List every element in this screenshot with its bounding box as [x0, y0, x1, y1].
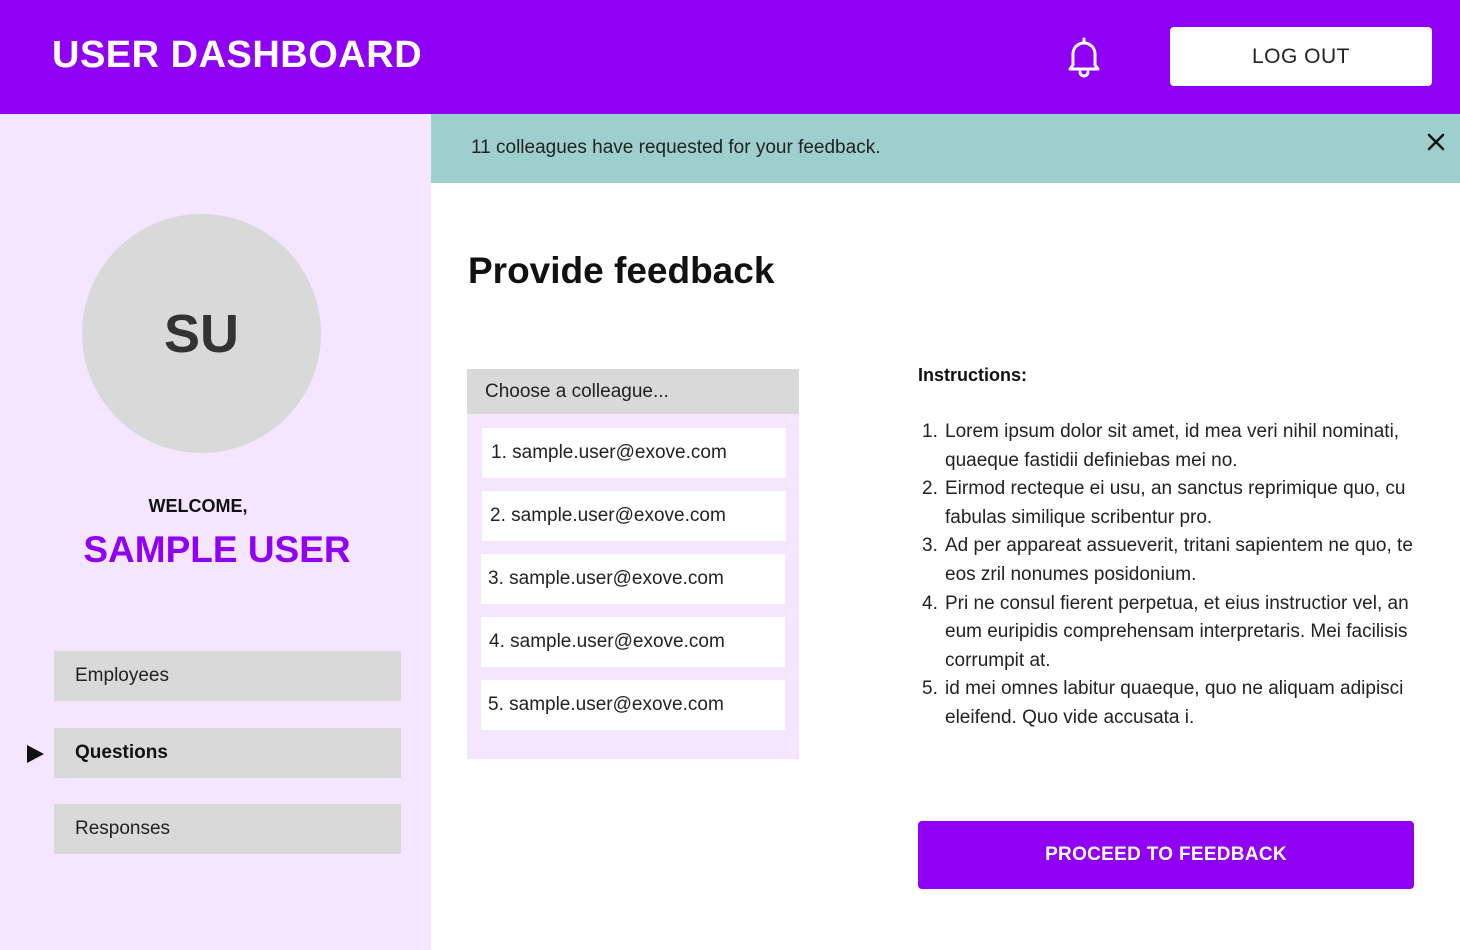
instruction-item: 5. id mei omnes labitur quaeque, quo ne a…	[918, 675, 1418, 732]
active-indicator-icon	[27, 745, 44, 763]
colleague-option-label: 4. sample.user@exove.com	[489, 631, 725, 652]
avatar: SU	[82, 214, 321, 453]
colleague-option[interactable]: 1. sample.user@exove.com	[482, 428, 786, 478]
instruction-item: 3. Ad per appareat assueverit, tritani sa…	[918, 532, 1418, 589]
app-header: USER DASHBOARD LOG OUT	[0, 0, 1460, 114]
user-name: SAMPLE USER	[83, 529, 351, 570]
logout-button[interactable]: LOG OUT	[1170, 27, 1432, 86]
colleague-option-label: 1. sample.user@exove.com	[491, 442, 727, 463]
instruction-number: 5.	[922, 678, 938, 700]
colleague-select-placeholder: Choose a colleague...	[485, 380, 669, 402]
instruction-text: Pri ne consul fierent perpetua, et eius …	[945, 592, 1409, 671]
page-title: Provide feedback	[468, 250, 775, 291]
sidebar-item-label: Responses	[75, 818, 171, 839]
sidebar-item-questions[interactable]: Questions	[54, 728, 401, 778]
instruction-item: 4. Pri ne consul fierent perpetua, et eiu…	[918, 590, 1418, 676]
colleague-option-label: 3. sample.user@exove.com	[488, 568, 724, 589]
instruction-text: Lorem ipsum dolor sit amet, id mea veri …	[945, 421, 1400, 471]
instruction-number: 4.	[922, 592, 938, 614]
colleague-option-label: 2. sample.user@exove.com	[490, 505, 726, 526]
instruction-item: 2. Eirmod recteque ei usu, an sanctus rep…	[918, 475, 1418, 532]
colleague-option[interactable]: 2. sample.user@exove.com	[482, 491, 786, 541]
instruction-item: 1. Lorem ipsum dolor sit amet, id mea ver…	[918, 418, 1418, 475]
instruction-text: Ad per appareat assueverit, tritani sapi…	[945, 535, 1413, 585]
sidebar-item-label: Questions	[75, 742, 168, 763]
instruction-number: 1.	[922, 421, 938, 442]
instruction-text: id mei omnes labitur quaeque, quo ne ali…	[945, 678, 1404, 728]
colleague-list-panel: Choose a colleague... 1. sample.user@exo…	[467, 369, 799, 759]
banner-message: 11 colleagues have requested for your fe…	[471, 137, 881, 158]
sidebar-item-employees[interactable]: Employees	[54, 651, 401, 701]
avatar-initials: SU	[163, 303, 239, 364]
app-title: USER DASHBOARD	[52, 34, 423, 76]
proceed-to-feedback-button[interactable]: PROCEED TO FEEDBACK	[918, 821, 1414, 889]
sidebar: SU WELCOME, SAMPLE USER Employees Questi…	[0, 114, 431, 950]
instruction-number: 3.	[922, 535, 938, 557]
instruction-text: Eirmod recteque ei usu, an sanctus repri…	[945, 478, 1406, 528]
welcome-label: WELCOME,	[148, 496, 248, 516]
colleague-option-label: 5. sample.user@exove.com	[488, 694, 724, 715]
colleague-option[interactable]: 5. sample.user@exove.com	[481, 680, 785, 730]
sidebar-item-responses[interactable]: Responses	[54, 804, 401, 854]
colleague-option[interactable]: 4. sample.user@exove.com	[481, 617, 785, 667]
colleague-option[interactable]: 3. sample.user@exove.com	[481, 554, 785, 604]
instruction-number: 2.	[922, 478, 938, 500]
colleague-select[interactable]: Choose a colleague...	[467, 369, 799, 414]
sidebar-item-label: Employees	[75, 665, 169, 686]
close-icon[interactable]	[1425, 131, 1447, 153]
instructions-list: 1. Lorem ipsum dolor sit amet, id mea ver…	[918, 418, 1418, 733]
instructions-title: Instructions:	[918, 365, 1028, 385]
notification-banner: 11 colleagues have requested for your fe…	[431, 114, 1460, 183]
bell-icon[interactable]	[1062, 34, 1106, 78]
